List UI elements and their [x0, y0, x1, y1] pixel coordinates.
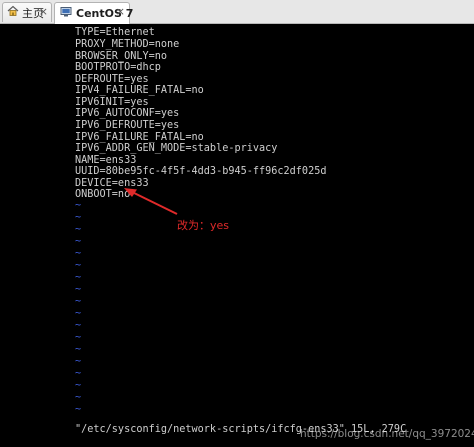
- empty-line-tilde: ~: [75, 308, 82, 319]
- empty-line-tilde: ~: [75, 296, 82, 307]
- tab-home[interactable]: 主页 ×: [2, 2, 52, 22]
- empty-line-tilde: ~: [75, 284, 82, 295]
- config-line: DEFROUTE=yes: [75, 74, 149, 85]
- config-line: IPV6_AUTOCONF=yes: [75, 108, 180, 119]
- empty-line-tilde: ~: [75, 320, 82, 331]
- config-line: IPV4_FAILURE_FATAL=no: [75, 85, 204, 96]
- empty-line-tilde: ~: [75, 380, 82, 391]
- config-line: UUID=80be95fc-4f5f-4dd3-b945-ff96c2df025…: [75, 166, 327, 177]
- terminal-console[interactable]: TYPE=Ethernet PROXY_METHOD=none BROWSER_…: [0, 24, 474, 447]
- annotation-arrow-icon: [124, 188, 178, 215]
- empty-line-tilde: ~: [75, 248, 82, 259]
- config-line: IPV6_ADDR_GEN_MODE=stable-privacy: [75, 143, 278, 154]
- config-line: IPV6_FAILURE_FATAL=no: [75, 132, 204, 143]
- vm-icon: [60, 6, 76, 21]
- empty-line-tilde: ~: [75, 260, 82, 271]
- config-line: TYPE=Ethernet: [75, 27, 155, 38]
- config-line: BROWSER_ONLY=no: [75, 51, 168, 62]
- empty-line-tilde: ~: [75, 272, 82, 283]
- vmware-window: 主页 × CentOS 7 × TYPE=Ethernet PROXY_METH…: [0, 0, 474, 447]
- config-line: IPV6INIT=yes: [75, 97, 149, 108]
- config-line: NAME=ens33: [75, 155, 137, 166]
- empty-line-tilde: ~: [75, 392, 82, 403]
- close-icon[interactable]: ×: [39, 5, 48, 18]
- tab-centos[interactable]: CentOS 7 ×: [54, 2, 133, 24]
- config-line: BOOTPROTO=dhcp: [75, 62, 161, 73]
- empty-line-tilde: ~: [75, 212, 82, 223]
- close-icon[interactable]: ×: [116, 5, 125, 18]
- empty-line-tilde: ~: [75, 200, 82, 211]
- empty-line-tilde: ~: [75, 224, 82, 235]
- config-line: IPV6_DEFROUTE=yes: [75, 120, 180, 131]
- empty-line-tilde: ~: [75, 356, 82, 367]
- empty-line-tilde: ~: [75, 332, 82, 343]
- empty-line-tilde: ~: [75, 344, 82, 355]
- watermark: https://blog.csdn.net/qq_39720249: [300, 428, 474, 440]
- home-icon: [7, 5, 22, 20]
- empty-line-tilde: ~: [75, 236, 82, 247]
- empty-line-tilde: ~: [75, 368, 82, 379]
- config-line: PROXY_METHOD=none: [75, 39, 180, 50]
- empty-line-tilde: ~: [75, 404, 82, 415]
- annotation-label: 改为：yes: [177, 219, 230, 232]
- tab-bar: 主页 × CentOS 7 ×: [0, 0, 474, 24]
